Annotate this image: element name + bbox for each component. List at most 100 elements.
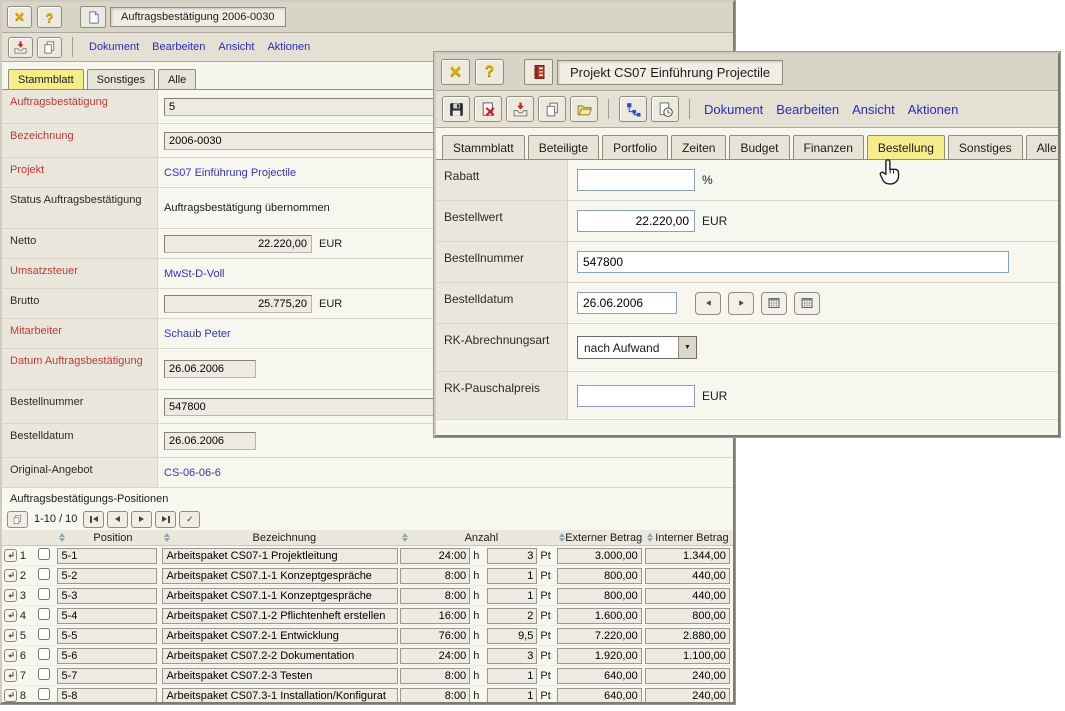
anzahl-hours-input[interactable]	[400, 588, 470, 604]
position-input[interactable]	[57, 668, 157, 684]
tab-stammblatt[interactable]: Stammblatt	[8, 69, 84, 89]
externer-betrag-input[interactable]	[557, 648, 642, 664]
help-icon[interactable]: ?	[37, 6, 62, 28]
row-checkbox[interactable]	[38, 568, 50, 580]
tab-stammblatt[interactable]: Stammblatt	[442, 135, 525, 159]
menu-ansicht[interactable]: Ansicht	[218, 41, 254, 53]
sort-icon[interactable]	[559, 533, 565, 542]
tab-bestellung[interactable]: Bestellung	[867, 135, 945, 159]
help-icon[interactable]: ?	[475, 59, 504, 85]
menu-aktionen[interactable]: Aktionen	[908, 102, 959, 117]
date-next-button[interactable]	[728, 292, 754, 315]
original-angebot-link[interactable]: CS-06-06-6	[164, 467, 221, 479]
row-checkbox[interactable]	[38, 628, 50, 640]
externer-betrag-input[interactable]	[557, 588, 642, 604]
prev-page-button[interactable]	[107, 511, 128, 528]
position-input[interactable]	[57, 548, 157, 564]
tab-beteiligte[interactable]: Beteiligte	[528, 135, 599, 159]
anzahl-hours-input[interactable]	[400, 608, 470, 624]
row-checkbox[interactable]	[38, 668, 50, 680]
anzahl-hours-input[interactable]	[400, 648, 470, 664]
menu-dokument[interactable]: Dokument	[704, 102, 763, 117]
rk-abrechnungsart-select[interactable]: nach Aufwand ▼	[577, 336, 697, 359]
externer-betrag-input[interactable]	[557, 668, 642, 684]
bezeichnung-input[interactable]	[162, 548, 398, 564]
next-page-button[interactable]	[131, 511, 152, 528]
checkin-icon[interactable]	[8, 37, 33, 58]
row-checkbox[interactable]	[38, 608, 50, 620]
document-icon[interactable]	[80, 6, 106, 28]
save-icon[interactable]	[442, 96, 470, 122]
anzahl-pt-input[interactable]	[487, 548, 537, 564]
hierarchy-icon[interactable]	[619, 96, 647, 122]
menu-ansicht[interactable]: Ansicht	[852, 102, 895, 117]
bestelldatum-input[interactable]	[164, 432, 256, 450]
externer-betrag-input[interactable]	[557, 608, 642, 624]
externer-betrag-input[interactable]	[557, 568, 642, 584]
copy-icon[interactable]	[37, 37, 62, 58]
externer-betrag-input[interactable]	[557, 688, 642, 704]
open-position-icon[interactable]	[4, 589, 17, 602]
tab-sonstiges[interactable]: Sonstiges	[948, 135, 1023, 159]
bezeichnung-input[interactable]	[162, 648, 398, 664]
interner-betrag-input[interactable]	[645, 548, 730, 564]
row-checkbox[interactable]	[38, 648, 50, 660]
anzahl-hours-input[interactable]	[400, 548, 470, 564]
bezeichnung-input[interactable]	[162, 628, 398, 644]
tab-finanzen[interactable]: Finanzen	[793, 135, 864, 159]
open-position-icon[interactable]	[4, 549, 17, 562]
tab-alle[interactable]: Alle	[1026, 135, 1060, 159]
position-input[interactable]	[57, 608, 157, 624]
row-checkbox[interactable]	[38, 588, 50, 600]
interner-betrag-input[interactable]	[645, 668, 730, 684]
open-folder-icon[interactable]	[570, 96, 598, 122]
anzahl-pt-input[interactable]	[487, 588, 537, 604]
checkin-icon[interactable]	[506, 96, 534, 122]
anzahl-pt-input[interactable]	[487, 628, 537, 644]
anzahl-pt-input[interactable]	[487, 688, 537, 704]
menu-aktionen[interactable]: Aktionen	[267, 41, 310, 53]
sort-icon[interactable]	[402, 533, 408, 542]
interner-betrag-input[interactable]	[645, 648, 730, 664]
menu-bearbeiten[interactable]: Bearbeiten	[152, 41, 205, 53]
position-input[interactable]	[57, 648, 157, 664]
bezeichnung-input[interactable]	[162, 608, 398, 624]
bezeichnung-input[interactable]	[162, 668, 398, 684]
close-icon[interactable]: ✕	[441, 59, 470, 85]
open-position-icon[interactable]	[4, 629, 17, 642]
copy-list-icon[interactable]	[7, 511, 28, 528]
open-position-icon[interactable]	[4, 669, 17, 682]
open-position-icon[interactable]	[4, 609, 17, 622]
bestellwert-input[interactable]	[577, 210, 695, 232]
anzahl-pt-input[interactable]	[487, 668, 537, 684]
anzahl-hours-input[interactable]	[400, 688, 470, 704]
umsatzsteuer-link[interactable]: MwSt-D-Voll	[164, 268, 225, 280]
interner-betrag-input[interactable]	[645, 688, 730, 704]
calendar-icon[interactable]	[761, 292, 787, 315]
close-icon[interactable]: ✕	[7, 6, 32, 28]
anzahl-pt-input[interactable]	[487, 608, 537, 624]
bezeichnung-input[interactable]	[162, 588, 398, 604]
externer-betrag-input[interactable]	[557, 548, 642, 564]
delete-icon[interactable]	[474, 96, 502, 122]
position-input[interactable]	[57, 588, 157, 604]
history-icon[interactable]	[651, 96, 679, 122]
externer-betrag-input[interactable]	[557, 628, 642, 644]
first-page-button[interactable]	[83, 511, 104, 528]
sort-icon[interactable]	[59, 533, 65, 542]
last-page-button[interactable]	[155, 511, 176, 528]
open-position-icon[interactable]	[4, 649, 17, 662]
brutto-input[interactable]	[164, 295, 312, 313]
date-prev-button[interactable]	[695, 292, 721, 315]
tab-budget[interactable]: Budget	[729, 135, 789, 159]
netto-input[interactable]	[164, 235, 312, 253]
row-checkbox[interactable]	[38, 548, 50, 560]
select-all-button[interactable]: ✓	[179, 511, 200, 528]
anzahl-pt-input[interactable]	[487, 568, 537, 584]
projekt-link[interactable]: CS07 Einführung Projectile	[164, 167, 296, 179]
tab-zeiten[interactable]: Zeiten	[671, 135, 726, 159]
tab-alle[interactable]: Alle	[158, 69, 196, 89]
bezeichnung-input[interactable]	[162, 568, 398, 584]
menu-bearbeiten[interactable]: Bearbeiten	[776, 102, 839, 117]
mitarbeiter-link[interactable]: Schaub Peter	[164, 328, 231, 340]
